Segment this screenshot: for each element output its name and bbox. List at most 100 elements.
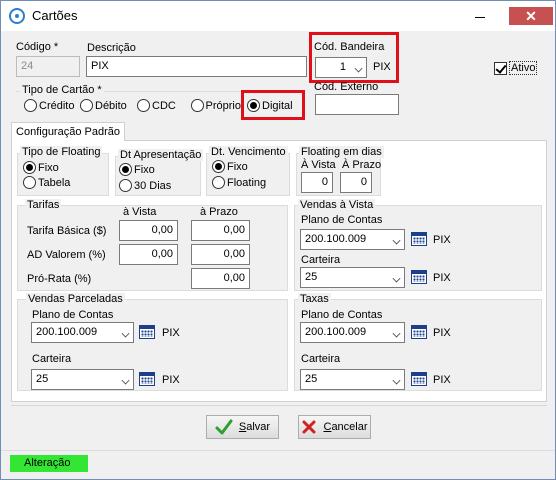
tarifa-basica-label: Tarifa Básica ($) xyxy=(27,225,107,237)
floating-a-vista-field[interactable]: 0 xyxy=(301,172,333,193)
cod-externo-label: Cód. Externo xyxy=(314,81,379,93)
salvar-rest: alvar xyxy=(246,421,271,433)
salvar-button[interactable]: Salvar xyxy=(206,415,279,439)
vendas-parceladas-plano-value: 200.100.009 xyxy=(36,326,98,338)
radio-icon xyxy=(80,99,93,112)
vendas-a-vista-carteira-select[interactable]: 25 xyxy=(300,267,405,288)
cancelar-button[interactable]: Cancelar xyxy=(298,415,371,439)
floating-dias-label: Floating em dias xyxy=(299,146,384,158)
taxas-plano-label: Plano de Contas xyxy=(301,309,383,321)
minimize-button[interactable] xyxy=(466,9,494,25)
tipo-floating-label: Tipo de Floating xyxy=(20,146,103,158)
tarifas-a-vista-header: à Vista xyxy=(123,206,157,218)
ativo-checkbox[interactable]: Ativo xyxy=(494,61,538,75)
radio-vencimento-fixo[interactable]: Fixo xyxy=(212,160,248,173)
codigo-field[interactable]: 24 xyxy=(16,56,80,77)
chevron-down-icon xyxy=(388,323,404,342)
radio-apresentacao-30dias[interactable]: 30 Dias xyxy=(119,179,171,192)
chevron-down-icon xyxy=(388,230,404,249)
radio-proprio-label: Próprio xyxy=(205,99,241,112)
radio-vencimento-fixo-label: Fixo xyxy=(227,160,248,173)
taxas-plano-text: PIX xyxy=(433,327,451,339)
radio-selected-icon xyxy=(23,161,36,174)
dt-vencimento-label: Dt. Vencimento xyxy=(209,146,288,158)
tab-configuracao-padrao[interactable]: Configuração Padrão xyxy=(11,122,125,141)
radio-apresentacao-fixo-label: Fixo xyxy=(134,163,155,176)
chevron-down-icon xyxy=(117,323,133,342)
ad-valorem-a-vista-field[interactable]: 0,00 xyxy=(119,244,178,265)
vendas-a-vista-carteira-text: PIX xyxy=(433,272,451,284)
ad-valorem-a-prazo-field[interactable]: 0,00 xyxy=(191,244,250,265)
taxas-plano-select[interactable]: 200.100.009 xyxy=(300,322,405,343)
calendar-grid-icon[interactable] xyxy=(139,372,155,386)
radio-vencimento-floating-label: Floating xyxy=(227,176,267,189)
tipo-floating-group xyxy=(17,153,109,196)
vendas-a-vista-plano-text: PIX xyxy=(433,234,451,246)
radio-apresentacao-30dias-label: 30 Dias xyxy=(134,179,172,192)
vendas-parceladas-carteira-text: PIX xyxy=(162,374,180,386)
highlight-digital xyxy=(241,90,305,120)
cod-externo-field[interactable] xyxy=(315,94,399,115)
floating-a-prazo-field[interactable]: 0 xyxy=(340,172,372,193)
tarifa-basica-a-vista-field[interactable]: 0,00 xyxy=(119,220,178,241)
pro-rata-a-prazo-field[interactable]: 0,00 xyxy=(191,268,250,289)
salvar-label: Salvar xyxy=(239,421,270,433)
vendas-a-vista-plano-select[interactable]: 200.100.009 xyxy=(300,229,405,250)
vendas-parceladas-plano-select[interactable]: 200.100.009 xyxy=(31,322,134,343)
vendas-a-vista-label: Vendas à Vista xyxy=(298,199,376,211)
vendas-parceladas-plano-text: PIX xyxy=(162,327,180,339)
tarifa-basica-a-prazo-field[interactable]: 0,00 xyxy=(191,220,250,241)
cartoes-window: Cartões ✕ Código * 24 Descrição PIX Cód.… xyxy=(0,0,556,480)
chevron-down-icon xyxy=(117,370,133,389)
radio-icon xyxy=(212,176,225,189)
radio-proprio[interactable]: Próprio xyxy=(191,99,241,112)
radio-debito[interactable]: Débito xyxy=(80,99,127,112)
calendar-grid-icon[interactable] xyxy=(411,232,427,246)
radio-floating-fixo[interactable]: Fixo xyxy=(23,161,59,174)
chevron-down-icon xyxy=(388,370,404,389)
calendar-grid-icon[interactable] xyxy=(411,325,427,339)
floating-a-vista-label: À Vista xyxy=(301,159,336,171)
taxas-carteira-select[interactable]: 25 xyxy=(300,369,405,390)
taxas-carteira-label: Carteira xyxy=(301,353,341,365)
calendar-grid-icon[interactable] xyxy=(139,325,155,339)
radio-floating-tabela[interactable]: Tabela xyxy=(23,176,70,189)
codigo-label: Código * xyxy=(16,41,59,53)
radio-floating-tabela-label: Tabela xyxy=(38,176,71,189)
radio-selected-icon xyxy=(212,160,225,173)
radio-icon xyxy=(137,99,150,112)
radio-selected-icon xyxy=(119,163,132,176)
radio-floating-fixo-label: Fixo xyxy=(38,161,59,174)
title-bar: Cartões ✕ xyxy=(1,1,555,31)
vendas-a-vista-carteira-label: Carteira xyxy=(301,254,341,266)
descricao-field[interactable]: PIX xyxy=(86,56,307,77)
vendas-a-vista-plano-value: 200.100.009 xyxy=(305,233,367,245)
vendas-parceladas-carteira-select[interactable]: 25 xyxy=(31,369,134,390)
calendar-grid-icon[interactable] xyxy=(411,270,427,284)
radio-vencimento-floating[interactable]: Floating xyxy=(212,176,266,189)
close-button[interactable]: ✕ xyxy=(509,7,553,25)
radio-icon xyxy=(191,99,204,112)
cancelar-rest: ancelar xyxy=(331,421,368,433)
descricao-label: Descrição xyxy=(87,42,136,54)
calendar-grid-icon[interactable] xyxy=(411,372,427,386)
radio-credito[interactable]: Crédito xyxy=(24,99,74,112)
window-title: Cartões xyxy=(32,8,78,23)
radio-icon xyxy=(119,179,132,192)
ad-valorem-label: AD Valorem (%) xyxy=(27,249,106,261)
taxas-plano-value: 200.100.009 xyxy=(305,326,367,338)
vendas-parceladas-plano-label: Plano de Contas xyxy=(32,309,114,321)
radio-apresentacao-fixo[interactable]: Fixo xyxy=(119,163,155,176)
taxas-carteira-text: PIX xyxy=(433,374,451,386)
highlight-cod-bandeira xyxy=(309,32,399,83)
tarifas-a-prazo-header: à Prazo xyxy=(200,206,238,218)
vendas-parceladas-carteira-label: Carteira xyxy=(32,353,72,365)
ativo-label: Ativo xyxy=(509,61,538,75)
cancelar-label: Cancelar xyxy=(323,421,367,433)
vendas-parceladas-carteira-value: 25 xyxy=(36,373,49,385)
floating-a-prazo-label: À Prazo xyxy=(342,159,382,171)
chevron-down-icon xyxy=(388,268,404,287)
vendas-a-vista-carteira-value: 25 xyxy=(305,271,318,283)
radio-cdc[interactable]: CDC xyxy=(137,99,176,112)
radio-icon xyxy=(24,99,37,112)
